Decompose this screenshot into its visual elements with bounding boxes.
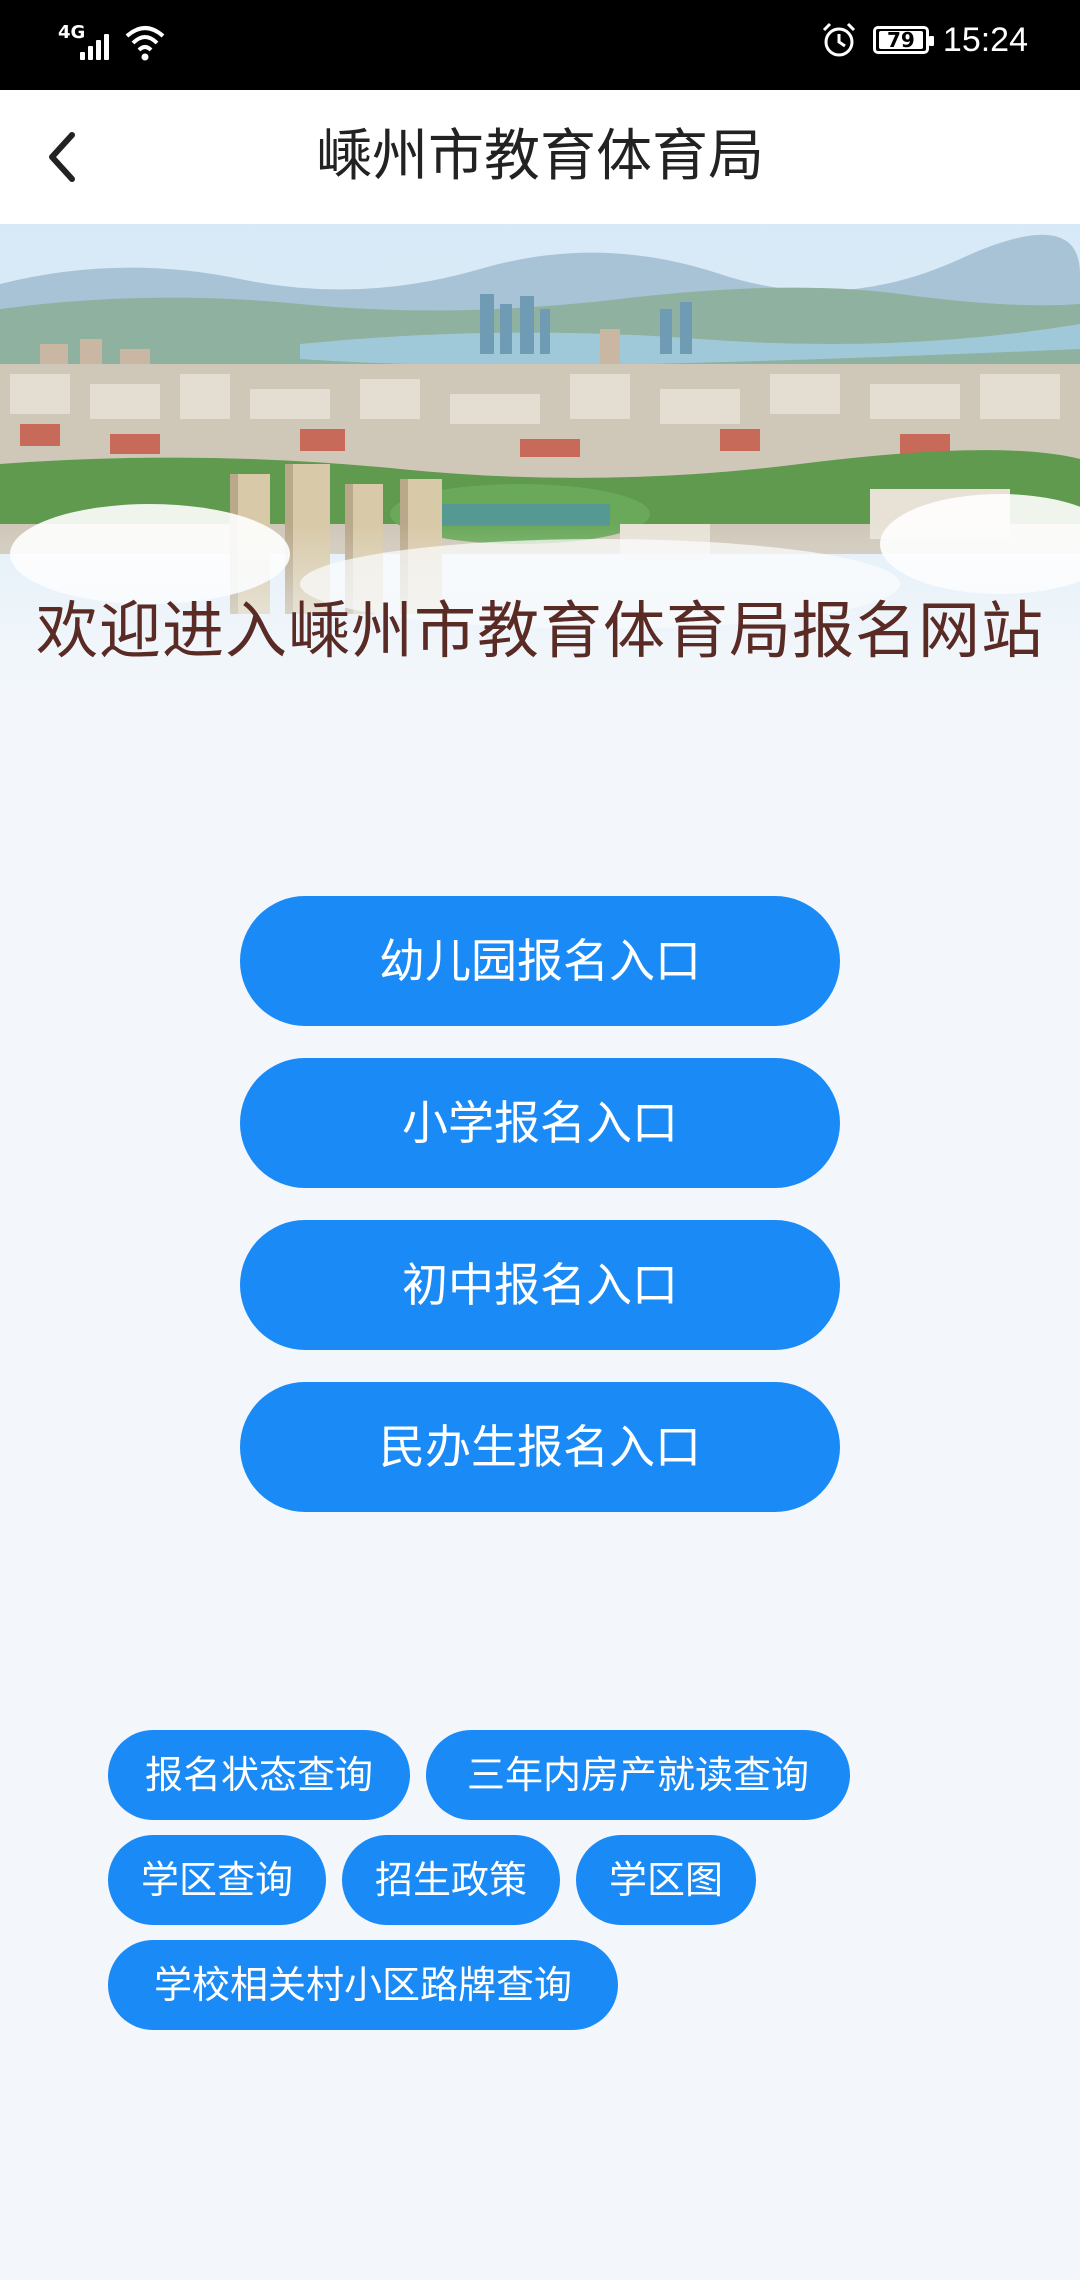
back-button[interactable] [30,125,94,189]
school-street-sign-query-button[interactable]: 学校相关村小区路牌查询 [108,1940,618,2030]
signal-icon [80,30,109,60]
battery-icon: 79 [872,26,934,54]
alarm-clock-icon [822,22,855,57]
junior-high-registration-button[interactable]: 初中报名入口 [240,1220,840,1350]
status-bar: 4G 79 15:24 [0,0,1080,90]
clock: 15:24 [942,20,1028,59]
kindergarten-registration-button[interactable]: 幼儿园报名入口 [240,896,840,1026]
admission-policy-button[interactable]: 招生政策 [342,1835,560,1925]
registration-status-query-button[interactable]: 报名状态查询 [108,1730,410,1820]
primary-school-registration-button[interactable]: 小学报名入口 [240,1058,840,1188]
school-district-query-button[interactable]: 学区查询 [108,1835,326,1925]
battery-level: 79 [878,30,923,50]
private-school-registration-button[interactable]: 民办生报名入口 [240,1382,840,1512]
chevron-left-icon [49,132,75,182]
page-title: 嵊州市教育体育局 [316,124,764,189]
status-right: 79 15:24 [819,20,1028,60]
district-map-button[interactable]: 学区图 [576,1835,756,1925]
property-enrollment-query-button[interactable]: 三年内房产就读查询 [426,1730,850,1820]
app-header: 嵊州市教育体育局 [0,90,1080,224]
welcome-heading: 欢迎进入嵊州市教育体育局报名网站 [35,594,1044,667]
wifi-icon [125,26,165,61]
